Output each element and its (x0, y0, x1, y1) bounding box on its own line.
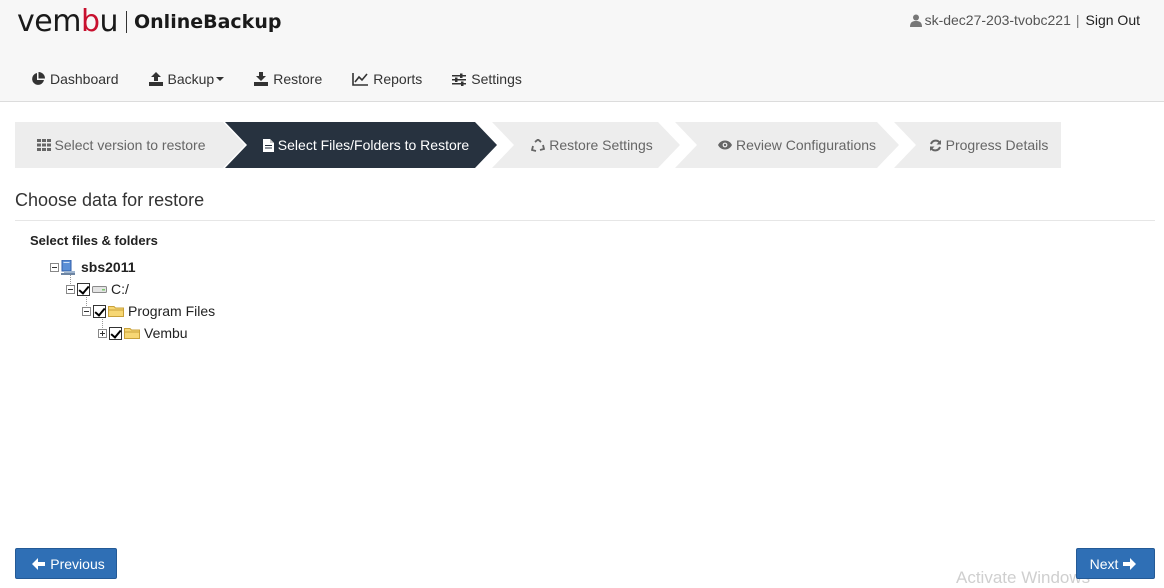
user-menu: sk-dec27-203-tvobc221 | Sign Out (909, 12, 1140, 28)
step-select-version[interactable]: Select version to restore (15, 122, 245, 168)
step-label: Restore Settings (549, 137, 653, 153)
next-button[interactable]: Next (1076, 548, 1155, 579)
username: sk-dec27-203-tvobc221 (924, 12, 1071, 28)
nav-reports-label: Reports (373, 71, 423, 87)
main-nav: Dashboard Backup Restore Reports Setting… (16, 66, 537, 92)
vembu-logo[interactable]: vembu OnlineBackup (17, 4, 281, 40)
folder-icon (108, 306, 124, 317)
nav-settings[interactable]: Settings (437, 66, 537, 92)
file-icon (262, 138, 274, 152)
grid-icon (36, 139, 51, 151)
nav-backup[interactable]: Backup (134, 66, 240, 92)
pie-chart-icon (32, 72, 45, 85)
tree-node-server[interactable]: sbs2011 (50, 258, 136, 276)
logo-wordmark: vembu (17, 4, 118, 39)
hard-drive-icon (92, 285, 107, 293)
previous-button[interactable]: Previous (15, 548, 117, 579)
nav-backup-label: Backup (167, 71, 215, 87)
sliders-icon (452, 73, 467, 86)
arrow-left-icon (32, 557, 46, 570)
eye-icon (717, 140, 732, 150)
arrow-right-icon (1123, 557, 1137, 570)
nav-settings-label: Settings (471, 71, 522, 87)
drive-checkbox[interactable] (77, 282, 90, 296)
nav-dashboard[interactable]: Dashboard (16, 66, 134, 92)
step-label: Select Files/Folders to Restore (277, 137, 470, 153)
tree-node-vembu[interactable]: Vembu (98, 324, 188, 342)
tree-node-label: C:/ (111, 281, 129, 297)
tree-node-program-files[interactable]: Program Files (82, 302, 215, 320)
user-separator: | (1075, 12, 1080, 28)
app-header: vembu OnlineBackup sk-dec27-203-tvobc221… (0, 0, 1164, 102)
step-review-configurations[interactable]: Review Configurations (675, 122, 899, 168)
logo-separator (126, 11, 127, 33)
folder-icon (124, 328, 140, 339)
restore-wizard-steps: Select version to restore Select Files/F… (15, 122, 1061, 168)
step-select-files[interactable]: Select Files/Folders to Restore (225, 122, 497, 168)
refresh-icon (929, 139, 941, 151)
nav-restore[interactable]: Restore (239, 66, 337, 92)
upload-icon (148, 72, 163, 86)
next-button-label: Next (1089, 555, 1119, 572)
folder-checkbox[interactable] (93, 304, 106, 318)
previous-button-label: Previous (50, 555, 105, 572)
logo-product-name: OnlineBackup (134, 11, 282, 33)
step-label: Progress Details (945, 137, 1049, 153)
title-divider (15, 220, 1155, 221)
line-chart-icon (352, 72, 369, 86)
chevron-down-icon (216, 77, 225, 81)
step-restore-settings[interactable]: Restore Settings (492, 122, 680, 168)
step-label: Review Configurations (735, 137, 877, 153)
tree-node-label: Program Files (128, 303, 216, 319)
step-label: Select version to restore (54, 137, 206, 153)
computer-icon (61, 259, 75, 275)
sign-out-link[interactable]: Sign Out (1086, 12, 1140, 28)
recycle-icon (531, 138, 546, 152)
tree-node-label: Vembu (144, 325, 188, 341)
nav-reports[interactable]: Reports (337, 66, 437, 92)
expand-toggle-icon[interactable] (98, 328, 107, 338)
tree-node-label: sbs2011 (81, 259, 136, 275)
nav-restore-label: Restore (273, 71, 323, 87)
collapse-toggle-icon[interactable] (66, 284, 75, 294)
step-progress-details[interactable]: Progress Details (894, 122, 1061, 168)
user-icon (909, 14, 922, 27)
download-icon (254, 72, 269, 86)
collapse-toggle-icon[interactable] (82, 306, 91, 316)
nav-dashboard-label: Dashboard (50, 71, 119, 87)
page-title: Choose data for restore (15, 190, 205, 210)
activate-windows-watermark: Activate Windows (956, 568, 1091, 587)
tree-node-drive[interactable]: C:/ (66, 280, 129, 298)
collapse-toggle-icon[interactable] (50, 262, 59, 272)
tree-heading: Select files & folders (30, 233, 158, 248)
folder-checkbox[interactable] (109, 326, 122, 340)
